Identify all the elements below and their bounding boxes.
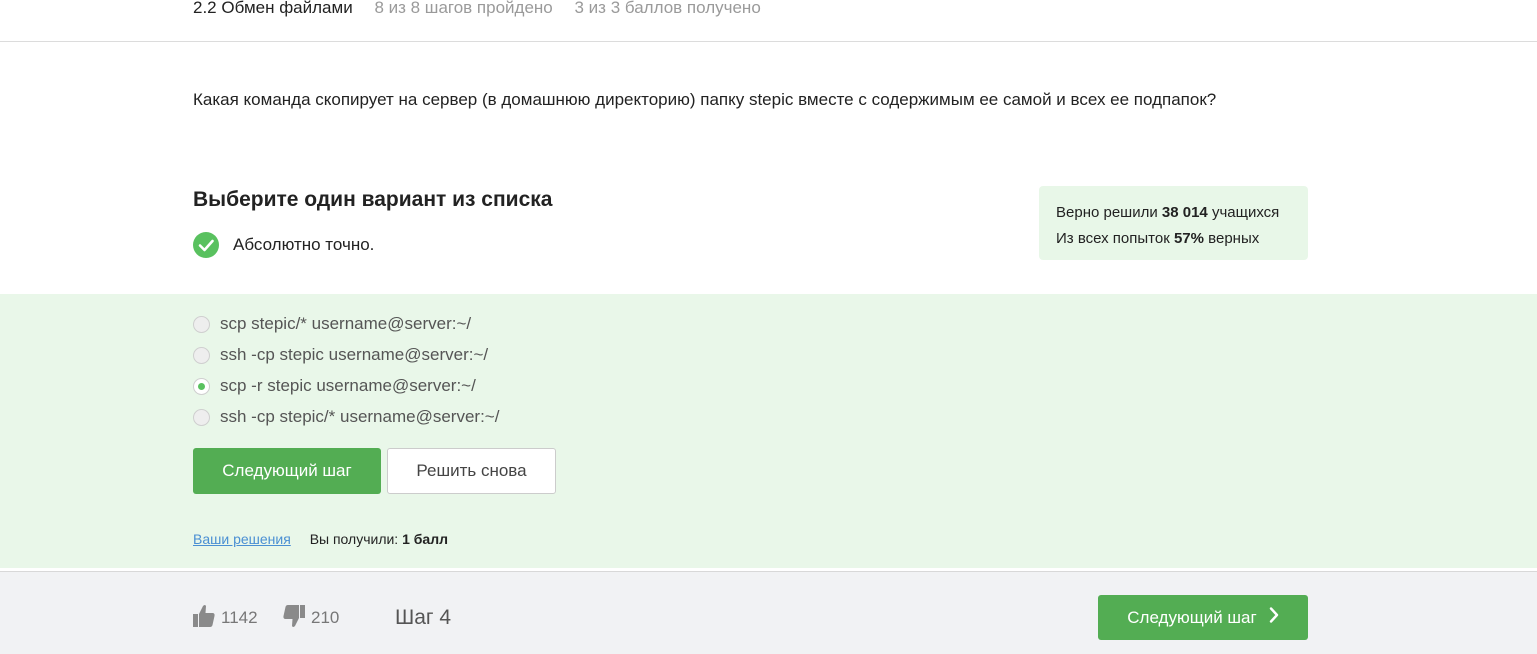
option-label: ssh -cp stepic username@server:~/ (220, 345, 489, 364)
answer-option[interactable]: ssh -cp stepic username@server:~/ (193, 344, 488, 366)
option-label: scp -r stepic username@server:~/ (220, 376, 476, 395)
received-score: Вы получили: 1 балл (310, 531, 448, 547)
likes-count: 1142 (221, 608, 258, 627)
step-number: Шаг 4 (395, 606, 452, 629)
answer-option-selected[interactable]: scp -r stepic username@server:~/ (193, 375, 476, 397)
lesson-title[interactable]: 2.2 Обмен файлами (193, 0, 353, 17)
check-icon (193, 232, 219, 258)
thumbs-up-icon (193, 604, 221, 633)
attempts-suffix: верных (1208, 230, 1260, 247)
score-progress: 3 из 3 баллов получено (574, 0, 761, 17)
received-label: Вы получили: (309, 531, 399, 547)
answer-section (0, 294, 1537, 568)
steps-progress: 8 из 8 шагов пройдено (374, 0, 553, 17)
radio-button-selected[interactable] (193, 377, 210, 395)
quiz-title: Выберите один вариант из списка (193, 188, 553, 211)
dislikes-count: 210 (311, 608, 340, 627)
solve-stats: Верно решили 38 014 учащихся Из всех поп… (1039, 186, 1308, 260)
attempts-line: Из всех попыток 57% верных (1056, 226, 1291, 252)
solved-prefix: Верно решили (1056, 204, 1158, 221)
feedback-message: Абсолютно точно. (193, 232, 374, 258)
lesson-header-info: 2.2 Обмен файлами 8 из 8 шагов пройдено … (193, 0, 761, 19)
option-label: ssh -cp stepic/* username@server:~/ (220, 407, 500, 426)
feedback-text: Абсолютно точно. (233, 235, 375, 254)
solved-suffix: учащихся (1211, 204, 1280, 221)
retry-button[interactable]: Решить снова (387, 448, 556, 494)
radio-button[interactable] (193, 346, 210, 364)
thumbs-down-icon (283, 604, 311, 633)
answer-option[interactable]: ssh -cp stepic/* username@server:~/ (193, 406, 499, 428)
lesson-header: 2.2 Обмен файлами 8 из 8 шагов пройдено … (0, 0, 1537, 42)
solved-count: 38 014 (1161, 204, 1208, 221)
radio-button[interactable] (193, 408, 210, 426)
footer-next-step-label: Следующий шаг (1127, 607, 1257, 627)
chevron-right-icon (1269, 607, 1279, 628)
next-step-button[interactable]: Следующий шаг (193, 448, 381, 494)
received-value: 1 балл (402, 531, 448, 547)
like-button[interactable]: 1142 (193, 604, 258, 633)
your-solutions-link[interactable]: Ваши решения (193, 531, 291, 547)
dislike-button[interactable]: 210 (283, 604, 340, 633)
answer-option[interactable]: scp stepic/* username@server:~/ (193, 313, 471, 335)
question-text: Какая команда скопирует на сервер (в дом… (193, 90, 1217, 109)
solved-count-line: Верно решили 38 014 учащихся (1056, 200, 1291, 226)
attempts-prefix: Из всех попыток (1056, 230, 1170, 247)
solutions-row: Ваши решения Вы получили: 1 балл (193, 530, 448, 548)
radio-button[interactable] (193, 315, 210, 333)
footer-next-step-button[interactable]: Следующий шаг (1098, 595, 1308, 640)
option-label: scp stepic/* username@server:~/ (220, 314, 472, 333)
attempts-percent: 57% (1173, 230, 1204, 247)
